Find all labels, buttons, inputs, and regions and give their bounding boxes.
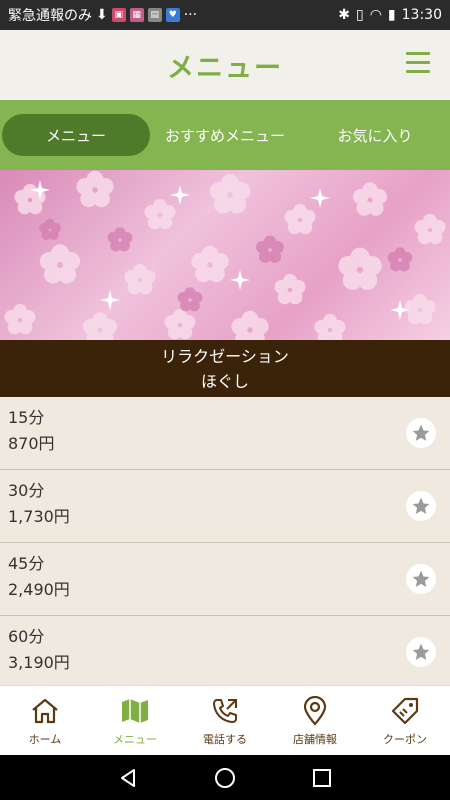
nav-coupon[interactable]: クーポン — [360, 686, 450, 755]
item-price: 870円 — [8, 434, 55, 453]
category-title: リラクゼーション — [161, 346, 289, 366]
sakura-pattern — [4, 170, 446, 340]
nav-menu[interactable]: メニュー — [90, 686, 180, 755]
bluetooth-icon: ✱ — [338, 7, 350, 23]
item-duration: 60分 — [8, 627, 45, 646]
clock: 13:30 — [401, 7, 442, 23]
home-circle-icon[interactable] — [214, 767, 236, 789]
bottom-navigation: ホーム メニュー 電話する 店舗情報 クーポン — [0, 685, 450, 755]
nav-coupon-label: クーポン — [383, 732, 427, 746]
home-icon — [32, 698, 58, 723]
app-header: メニュー — [0, 30, 450, 100]
battery-alert-icon: ▮ — [387, 7, 396, 23]
location-pin-icon — [303, 695, 327, 726]
recents-icon[interactable] — [311, 767, 333, 789]
nav-store-info-label: 店舗情報 — [293, 732, 337, 746]
nav-phone-label: 電話する — [203, 732, 247, 746]
app-notification-icon: ▦ — [129, 8, 144, 22]
category-subtitle: ほぐし — [200, 371, 249, 391]
item-price: 2,490円 — [8, 580, 70, 599]
carrier-text: 緊急通報のみ — [8, 8, 92, 24]
item-duration: 15分 — [8, 408, 45, 427]
status-bar: 緊急通報のみ ⬇ ▣ ▦ ▤ ♥ ··· ✱ ▯ ◠ ▮ 13:30 — [0, 0, 450, 30]
item-price: 1,730円 — [8, 507, 70, 526]
app-notification-icon: ♥ — [165, 8, 180, 22]
system-navigation-bar — [0, 755, 450, 800]
status-bar-right: ✱ ▯ ◠ ▮ 13:30 — [338, 7, 442, 23]
tab-bar: メニュー おすすめメニュー お気に入り — [0, 100, 450, 170]
item-duration: 30分 — [8, 481, 45, 500]
favorite-star-icon[interactable] — [406, 564, 436, 594]
nav-phone[interactable]: 電話する — [180, 686, 270, 755]
nav-store-info[interactable]: 店舗情報 — [270, 686, 360, 755]
favorite-star-icon[interactable] — [406, 637, 436, 667]
phone-icon — [213, 698, 237, 723]
nav-menu-label: メニュー — [113, 732, 157, 746]
hamburger-menu-icon[interactable] — [406, 52, 430, 76]
map-icon — [122, 698, 148, 723]
favorite-star-icon[interactable] — [406, 491, 436, 521]
tab-favorites[interactable]: お気に入り — [300, 114, 450, 156]
menu-list: 15分 870円 30分 1,730円 45分 2,490円 60分 3,190… — [0, 397, 450, 685]
status-bar-left: 緊急通報のみ ⬇ ▣ ▦ ▤ ♥ ··· — [8, 5, 338, 25]
page-title: メニュー — [167, 52, 283, 84]
coupon-tag-icon — [391, 697, 419, 724]
item-price: 3,190円 — [8, 653, 70, 672]
overflow-icon: ··· — [183, 7, 198, 23]
favorite-star-icon[interactable] — [406, 418, 436, 448]
app-notification-icon: ▣ — [111, 8, 126, 22]
category-header: リラクゼーション ほぐし — [0, 340, 450, 397]
tab-menu[interactable]: メニュー — [2, 114, 150, 156]
back-icon[interactable] — [117, 767, 139, 789]
nav-home-label: ホーム — [28, 732, 62, 746]
download-icon: ⬇ — [96, 7, 108, 23]
list-item[interactable]: 15分 870円 — [0, 397, 450, 470]
list-item[interactable]: 60分 3,190円 — [0, 616, 450, 685]
nav-home[interactable]: ホーム — [0, 686, 90, 755]
app-notification-icon: ▤ — [147, 8, 162, 22]
list-item[interactable]: 30分 1,730円 — [0, 470, 450, 543]
vibrate-icon: ▯ — [355, 7, 364, 23]
wifi-icon: ◠ — [369, 7, 382, 23]
tab-recommended[interactable]: おすすめメニュー — [150, 114, 300, 156]
list-item[interactable]: 45分 2,490円 — [0, 543, 450, 616]
item-duration: 45分 — [8, 554, 45, 573]
cherry-blossom-banner — [0, 170, 450, 340]
